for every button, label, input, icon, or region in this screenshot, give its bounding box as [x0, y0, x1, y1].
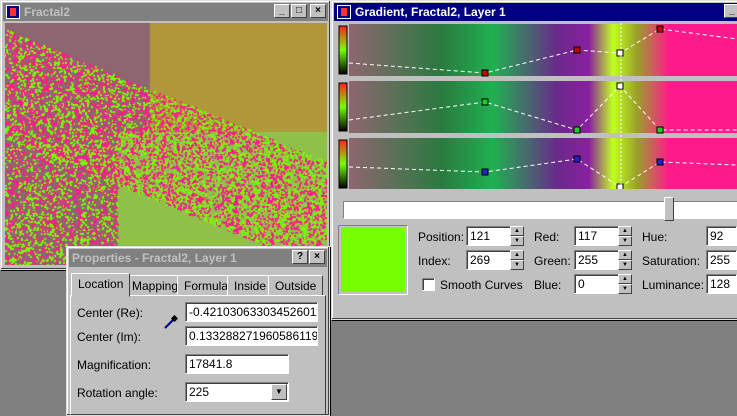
magnification-input[interactable]: 17841.8: [185, 354, 289, 374]
red-input[interactable]: 117: [574, 226, 622, 246]
fractal-window-title: Fractal2: [24, 5, 71, 19]
blue-label: Blue:: [534, 278, 562, 292]
center-re-label: Center (Re):: [77, 306, 144, 320]
red-label: Red:: [534, 230, 560, 244]
green-spinner[interactable]: ▲ ▼: [618, 250, 632, 270]
gradient-app-icon[interactable]: [337, 5, 351, 19]
index-input[interactable]: 269: [466, 250, 514, 270]
maximize-button[interactable]: □: [291, 4, 307, 18]
smooth-curves-checkbox[interactable]: [422, 278, 435, 291]
properties-titlebar[interactable]: Properties - Fractal2, Layer 1 ? ×: [69, 249, 327, 267]
chevron-down-icon[interactable]: ▼: [271, 384, 287, 400]
red-channel[interactable]: [338, 24, 737, 77]
position-input[interactable]: 121: [466, 226, 514, 246]
green-channel[interactable]: [338, 81, 737, 134]
red-spinner[interactable]: ▲ ▼: [618, 226, 632, 246]
help-button[interactable]: ?: [292, 250, 308, 264]
index-label: Index:: [418, 254, 451, 268]
gradient-position-slider[interactable]: [343, 201, 737, 219]
fractal-window[interactable]: Fractal2 _ □ ×: [0, 0, 331, 270]
center-im-label: Center (Im):: [77, 330, 142, 344]
close-button[interactable]: ×: [310, 4, 326, 18]
hue-label: Hue:: [642, 230, 668, 244]
properties-window-title: Properties - Fractal2, Layer 1: [72, 251, 237, 265]
center-im-input[interactable]: 0.133288271960586119: [185, 326, 318, 346]
position-spinner[interactable]: ▲ ▼: [510, 226, 524, 246]
index-spinner[interactable]: ▲ ▼: [510, 250, 524, 270]
properties-close-button[interactable]: ×: [309, 250, 325, 264]
tab-outside[interactable]: Outside: [268, 275, 324, 296]
saturation-input[interactable]: 255: [706, 250, 737, 270]
gradient-titlebar[interactable]: Gradient, Fractal2, Layer 1 _: [334, 3, 737, 21]
luminance-label: Luminance:: [642, 278, 705, 292]
luminance-input[interactable]: 128: [706, 274, 737, 294]
green-label: Green:: [534, 254, 571, 268]
rotation-angle-label: Rotation angle:: [77, 386, 158, 400]
saturation-label: Saturation:: [642, 254, 701, 268]
position-label: Position:: [418, 230, 465, 244]
blue-spinner[interactable]: ▲ ▼: [618, 274, 632, 294]
blue-channel[interactable]: [338, 138, 737, 189]
eyedropper-icon[interactable]: [163, 314, 179, 330]
smooth-curves-label[interactable]: Smooth Curves: [440, 278, 523, 292]
magnification-label: Magnification:: [77, 358, 152, 372]
slider-thumb[interactable]: [664, 197, 674, 221]
selected-color-swatch[interactable]: [338, 225, 408, 295]
tab-location[interactable]: Location: [71, 273, 131, 297]
fractal-app-icon[interactable]: [6, 5, 20, 19]
minimize-button[interactable]: _: [274, 4, 290, 18]
gradient-window-title: Gradient, Fractal2, Layer 1: [355, 5, 506, 19]
gradient-minimize-button[interactable]: _: [724, 4, 737, 18]
blue-input[interactable]: 0: [574, 274, 622, 294]
center-re-input[interactable]: -0.421030633034526011: [185, 302, 318, 322]
gradient-editor[interactable]: [337, 23, 737, 189]
green-input[interactable]: 255: [574, 250, 622, 270]
fractal-image[interactable]: [5, 23, 327, 265]
fractal-titlebar[interactable]: Fractal2 _ □ ×: [3, 3, 328, 21]
tab-inside[interactable]: Inside: [227, 275, 274, 296]
hue-input[interactable]: 92: [706, 226, 737, 246]
